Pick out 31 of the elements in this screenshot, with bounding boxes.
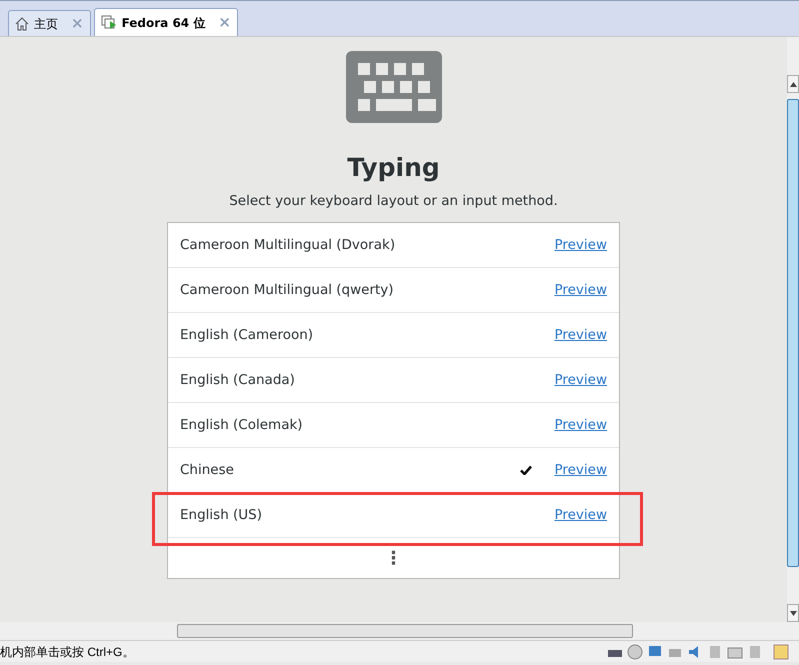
more-button[interactable]: ⋮ bbox=[384, 544, 402, 572]
scrollbar-thumb[interactable] bbox=[177, 624, 633, 638]
page-subtitle: Select your keyboard layout or an input method. bbox=[229, 192, 558, 211]
layout-row[interactable]: Cameroon Multilingual (qwerty) Preview bbox=[168, 268, 619, 314]
layout-row[interactable]: English (Cameroon) Preview bbox=[168, 313, 619, 358]
preview-link[interactable]: Preview bbox=[554, 325, 607, 346]
preview-link[interactable]: Preview bbox=[554, 460, 607, 480]
preview-link[interactable]: Preview bbox=[554, 370, 607, 390]
layout-row[interactable]: English (Canada) Preview bbox=[168, 358, 619, 404]
preview-link[interactable]: Preview bbox=[554, 235, 607, 256]
page-heading: Typing bbox=[347, 152, 440, 184]
layout-row[interactable]: Chinese Preview bbox=[168, 448, 619, 494]
preview-link[interactable]: Preview bbox=[554, 415, 607, 436]
up-arrow-icon bbox=[790, 82, 796, 86]
virtual-machine-icon bbox=[100, 15, 117, 30]
tab[interactable]: 主页 × bbox=[8, 10, 91, 36]
home-icon bbox=[15, 16, 29, 30]
disc-icon[interactable] bbox=[627, 644, 643, 660]
layout-row[interactable]: Cameroon Multilingual (Dvorak) Preview bbox=[168, 223, 619, 268]
scroll-down-button[interactable] bbox=[787, 604, 799, 622]
layout-row[interactable]: English (Colemak) Preview bbox=[168, 403, 619, 448]
note-icon[interactable] bbox=[773, 644, 789, 660]
preview-link[interactable]: Preview bbox=[554, 505, 607, 526]
down-arrow-icon bbox=[790, 610, 796, 616]
status-text: 机内部单击或按 Ctrl+G。 bbox=[0, 644, 136, 660]
scrollbar-thumb[interactable] bbox=[787, 99, 799, 567]
scroll-up-button[interactable] bbox=[787, 75, 799, 93]
preview-link[interactable]: Preview bbox=[554, 280, 607, 300]
layout-row[interactable]: English (US) Preview bbox=[168, 493, 619, 538]
tab[interactable]: Fedora 64 位 × bbox=[94, 8, 238, 36]
keyboard-icon bbox=[346, 51, 442, 123]
